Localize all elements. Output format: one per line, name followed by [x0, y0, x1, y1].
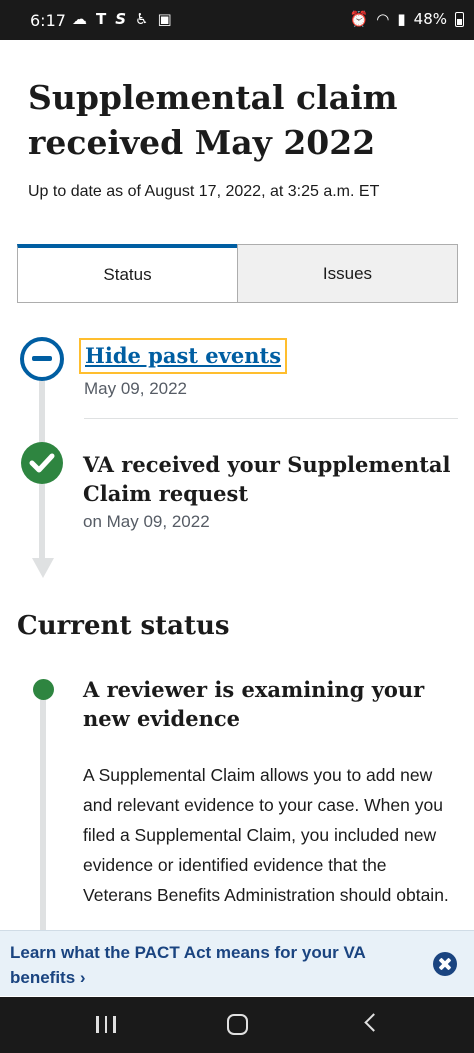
tab-issues[interactable]: Issues: [237, 244, 458, 303]
divider: [84, 418, 458, 419]
battery-icon: [455, 11, 464, 27]
system-status-bar: 6:17 ☁ T S ♿ ▣ ⏰ ◠ ▮ 48%: [0, 0, 474, 40]
signal-icon: ▮: [397, 10, 406, 28]
hide-past-events-link[interactable]: Hide past events: [79, 338, 288, 374]
current-status-title: A reviewer is examining your new evidenc…: [83, 677, 425, 731]
recents-button[interactable]: [96, 1016, 116, 1033]
collapse-minus-icon[interactable]: [20, 337, 64, 381]
cloud-icon: ☁: [72, 10, 87, 28]
arrow-down-icon: [32, 558, 54, 578]
notification-icons: ☁ T S ♿ ▣: [72, 10, 172, 28]
past-events-date: May 09, 2022: [84, 379, 188, 398]
event-date: on May 09, 2022: [83, 512, 210, 531]
tab-status[interactable]: Status: [17, 244, 237, 303]
pact-act-link[interactable]: Learn what the PACT Act means for your V…: [10, 940, 400, 990]
clock: 6:17: [30, 11, 66, 30]
current-timeline-line: [40, 700, 46, 930]
alarm-icon: ⏰: [349, 10, 369, 28]
checkmark-icon: [21, 442, 63, 484]
page-title: Supplemental claim received May 2022: [28, 78, 398, 162]
photo-icon: ▣: [157, 10, 172, 28]
event-title: VA received your Supplemental Claim requ…: [83, 452, 451, 506]
close-icon[interactable]: [433, 952, 457, 976]
accessibility-icon: ♿: [135, 10, 149, 28]
current-status-description: A Supplemental Claim allows you to add n…: [83, 765, 449, 905]
pact-act-banner: Learn what the PACT Act means for your V…: [0, 930, 474, 996]
status-dot-icon: [33, 679, 54, 700]
back-button[interactable]: [364, 1013, 383, 1032]
tab-bar: Status Issues: [17, 244, 458, 303]
battery-percent: 48%: [413, 10, 447, 28]
current-status-heading: Current status: [17, 611, 230, 641]
last-updated-text: Up to date as of August 17, 2022, at 3:2…: [28, 183, 380, 200]
system-navigation-bar: [0, 997, 474, 1053]
home-button[interactable]: [227, 1014, 248, 1035]
system-icons: ⏰ ◠ ▮ 48%: [350, 10, 464, 28]
s-app-icon: S: [115, 10, 127, 28]
wifi-icon: ◠: [376, 10, 390, 28]
t-mobile-icon: T: [96, 10, 107, 28]
